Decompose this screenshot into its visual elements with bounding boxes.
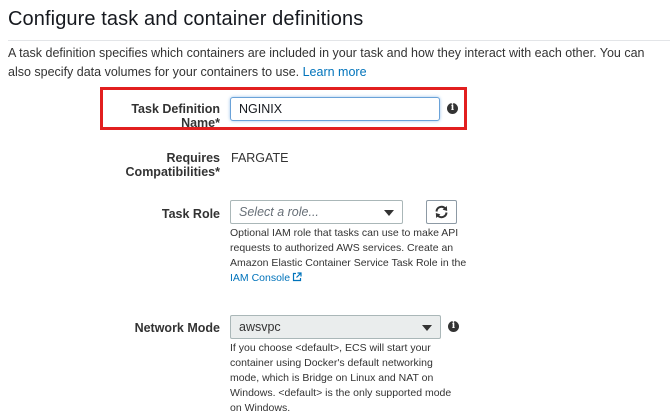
network-mode-label: Network Mode [134, 321, 220, 335]
requires-compatibilities-label: Requires Compatibilities* [125, 151, 220, 179]
task-role-help-text: Optional IAM role that tasks can use to … [230, 227, 467, 269]
refresh-roles-button[interactable] [426, 200, 457, 224]
chevron-down-icon [384, 210, 394, 216]
task-definition-name-label: Task Definition Name* [131, 102, 220, 130]
task-role-label: Task Role [161, 207, 220, 221]
intro-text: A task definition specifies which contai… [8, 44, 663, 82]
chevron-down-icon [422, 325, 432, 331]
title-divider [8, 40, 670, 41]
page-title: Configure task and container definitions [8, 8, 364, 30]
task-role-help: Optional IAM role that tasks can use to … [230, 226, 470, 286]
refresh-icon [435, 205, 448, 219]
learn-more-link[interactable]: Learn more [303, 65, 367, 79]
requires-compatibilities-value: FARGATE [231, 151, 289, 165]
task-definition-name-input[interactable] [230, 97, 440, 121]
iam-console-link-label: IAM Console [230, 272, 291, 284]
task-role-select[interactable]: Select a role... [230, 200, 403, 224]
network-mode-value: awsvpc [239, 320, 281, 334]
info-icon[interactable]: i [448, 321, 459, 332]
task-role-placeholder: Select a role... [239, 205, 319, 219]
info-icon[interactable]: i [447, 103, 458, 114]
iam-console-link[interactable]: IAM Console [230, 272, 302, 284]
external-link-icon [293, 272, 302, 282]
network-mode-help: If you choose <default>, ECS will start … [230, 342, 452, 414]
network-mode-select[interactable]: awsvpc [230, 315, 441, 339]
